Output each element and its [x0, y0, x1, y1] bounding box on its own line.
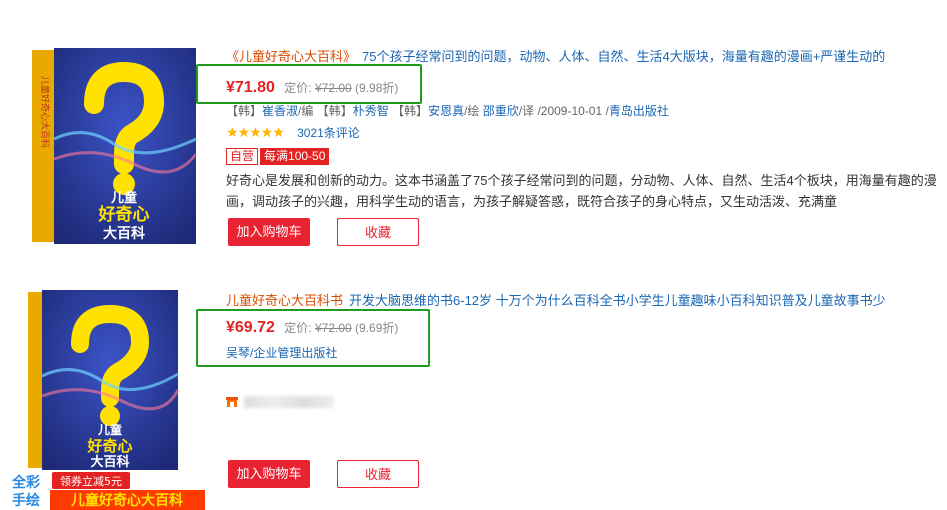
publish-date: /2009-10-01 / — [537, 104, 609, 118]
publisher-link[interactable]: 青岛出版社 — [609, 104, 669, 118]
author-link[interactable]: 朴秀智 — [353, 104, 389, 118]
add-to-cart-button[interactable]: 加入购物车 — [228, 218, 310, 246]
review-count-link[interactable]: 3021条评论 — [297, 126, 360, 140]
product-title-row: 儿童好奇心大百科书 开发大脑思维的书6-12岁 十万个为什么百科全书小学生儿童趣味… — [226, 290, 947, 309]
product-title-link[interactable]: 儿童好奇心大百科书 — [226, 293, 343, 308]
coupon-badge: 领券立减5元 — [60, 474, 122, 488]
hand-drawn-badge-line: 手绘 — [12, 492, 40, 509]
self-operated-badge: 自营 — [226, 148, 259, 165]
price-row: ¥71.80 定价: ¥72.00 (9.98折) — [226, 79, 398, 97]
list-price-label: 定价: — [284, 321, 312, 335]
author-link[interactable]: 崔香淑 — [262, 104, 298, 118]
product-item: 儿童 好奇心 大百科 全彩 手绘 领券立减5元 儿童好奇心大百科 儿童好奇心大百… — [0, 262, 947, 510]
discount-rate: (9.69折) — [355, 321, 399, 335]
cover-title-line: 大百科 — [90, 454, 129, 470]
seller-name-blurred[interactable] — [244, 395, 334, 408]
add-to-cart-button[interactable]: 加入购物车 — [228, 460, 310, 488]
cover-title-line: 儿童 — [97, 422, 122, 437]
seller-row — [226, 394, 334, 408]
cover-banner-text: 儿童好奇心大百科 — [70, 492, 183, 509]
current-price: ¥71.80 — [226, 79, 275, 96]
author-link[interactable]: 安恩真 — [428, 104, 464, 118]
list-price-label: 定价: — [284, 81, 312, 95]
product-item: 儿童好奇心大百科 儿童 好奇心 大百科 《儿童好奇心大百科》 75个孩子经常问到的… — [0, 0, 947, 258]
cover-spine-text: 儿童好奇心大百科 — [39, 76, 51, 148]
product-description: 好奇心是发展和创新的动力。这本书涵盖了75个孩子经常问到的问题，分动物、人体、自… — [226, 173, 937, 209]
product-title-row: 《儿童好奇心大百科》 75个孩子经常问到的问题，动物、人体、自然、生活4大版块，海… — [226, 46, 947, 65]
tag-row: 自营 每满100-50 — [226, 148, 330, 165]
book-cover-image[interactable]: 儿童 好奇心 大百科 全彩 手绘 领券立减5元 儿童好奇心大百科 — [0, 286, 205, 510]
product-subtitle[interactable]: 75个孩子经常问到的问题，动物、人体、自然、生活4大版块，海量有趣的漫画+严谨生… — [362, 49, 885, 64]
translator-link[interactable]: 邵重欣 — [483, 104, 519, 118]
star-rating-icon: ★★★★★ — [226, 124, 285, 140]
promotion-badge[interactable]: 每满100-50 — [260, 148, 330, 165]
book-cover-image[interactable]: 儿童好奇心大百科 儿童 好奇心 大百科 — [24, 44, 204, 247]
shop-icon — [226, 396, 238, 407]
author-publisher-row: 吴琴/企业管理出版社 — [226, 344, 337, 361]
favorite-button[interactable]: 收藏 — [337, 218, 419, 246]
rating-row: ★★★★★ 3021条评论 — [226, 124, 360, 141]
discount-rate: (9.98折) — [355, 81, 399, 95]
publisher-link[interactable]: /企业管理出版社 — [250, 346, 337, 360]
cover-title-line: 好奇心 — [98, 204, 150, 225]
author-publisher-row: 【韩】崔香淑/编 【韩】朴秀智 【韩】安恩真/绘 邵重欣/译 /2009-10-… — [226, 104, 669, 118]
cover-title-line: 好奇心 — [86, 437, 132, 455]
list-price: ¥72.00 — [314, 81, 352, 95]
full-color-badge-line: 全彩 — [11, 474, 40, 491]
price-row: ¥69.72 定价: ¥72.00 (9.69折) — [226, 319, 398, 337]
cover-title-line: 大百科 — [103, 225, 145, 242]
cover-title-line: 儿童 — [110, 190, 137, 206]
author-link[interactable]: 吴琴 — [226, 346, 250, 360]
current-price: ¥69.72 — [226, 319, 275, 336]
favorite-button[interactable]: 收藏 — [337, 460, 419, 488]
product-title-link[interactable]: 《儿童好奇心大百科》 — [226, 49, 356, 64]
product-subtitle[interactable]: 开发大脑思维的书6-12岁 十万个为什么百科全书小学生儿童趣味小百科知识普及儿童… — [349, 293, 886, 308]
list-price: ¥72.00 — [314, 321, 352, 335]
